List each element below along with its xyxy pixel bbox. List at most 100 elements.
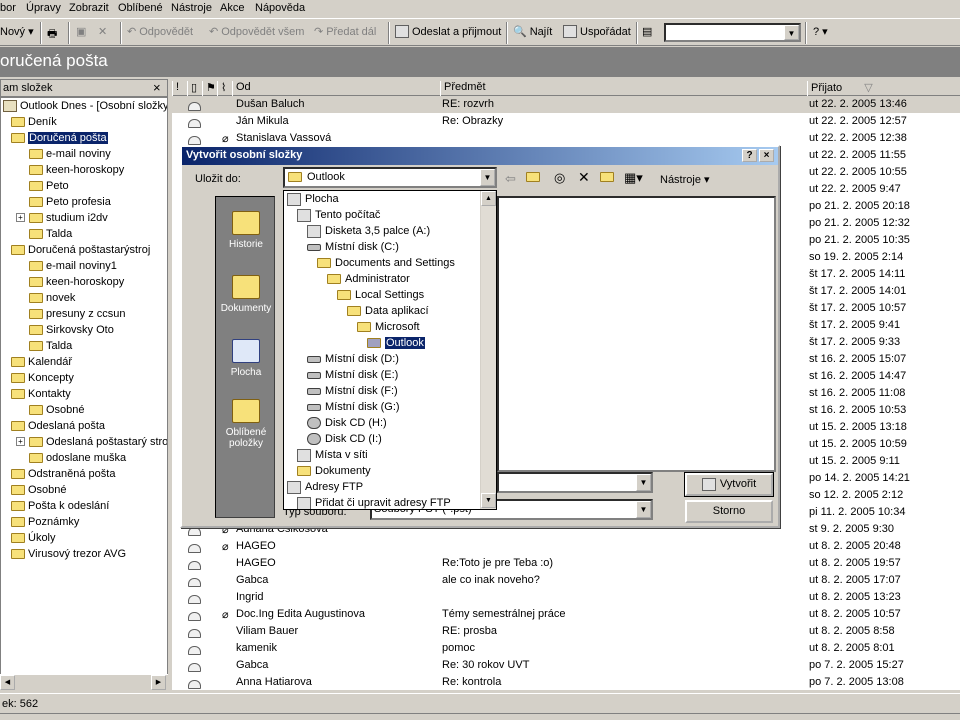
folder-item[interactable]: Sirkovsky Oto xyxy=(29,322,114,338)
new-button[interactable]: Nový ▾ xyxy=(0,25,34,39)
menu-view[interactable]: Zobrazit xyxy=(69,2,109,14)
dropdown-item[interactable]: Místní disk (C:) xyxy=(307,239,399,255)
scroll-right-icon[interactable]: ▶ xyxy=(151,675,166,690)
message-row[interactable]: kamenik pomoc ut 8. 2. 2005 8:01 xyxy=(172,640,960,657)
send-receive-button[interactable]: Odeslat a přijmout xyxy=(395,25,501,38)
importance-column-icon[interactable]: ! xyxy=(172,81,187,96)
close-icon[interactable]: × xyxy=(153,80,161,95)
delete-icon[interactable]: ✕ xyxy=(98,25,107,38)
create-button[interactable]: Vytvořit xyxy=(684,472,774,497)
message-row[interactable]: Ján Mikula Re: Obrazky ut 22. 2. 2005 12:5… xyxy=(172,113,960,130)
folder-item[interactable]: Úkoly xyxy=(11,530,56,546)
places-desktop[interactable]: Plocha xyxy=(216,339,276,378)
folder-item[interactable]: Pošta k odeslání xyxy=(11,498,109,514)
scroll-up-icon[interactable]: ▲ xyxy=(481,191,496,206)
type-column-icon[interactable]: ▯ xyxy=(187,81,202,96)
folder-item[interactable]: e-mail noviny1 xyxy=(29,258,117,274)
folder-item[interactable]: Koncepty xyxy=(11,370,74,386)
dropdown-item[interactable]: Místní disk (G:) xyxy=(307,399,400,415)
folder-item[interactable]: Kontakty xyxy=(11,386,71,402)
expand-icon[interactable]: + xyxy=(16,437,25,446)
tools-menu[interactable]: Nástroje ▾ xyxy=(660,173,710,186)
folder-item[interactable]: keen-horoskopy xyxy=(29,274,124,290)
dropdown-item[interactable]: Dokumenty xyxy=(297,463,371,479)
cancel-button[interactable]: Storno xyxy=(685,500,773,523)
folder-item[interactable]: Kalendář xyxy=(11,354,72,370)
scroll-down-icon[interactable]: ▼ xyxy=(481,493,496,508)
dropdown-item[interactable]: Místní disk (F:) xyxy=(307,383,398,399)
dropdown-item[interactable]: Documents and Settings xyxy=(317,255,455,271)
dropdown-item[interactable]: Administrator xyxy=(327,271,410,287)
message-row[interactable]: Ingrid ut 8. 2. 2005 13:23 xyxy=(172,589,960,606)
dropdown-item[interactable]: Místní disk (E:) xyxy=(307,367,398,383)
folder-item[interactable]: novek xyxy=(29,290,75,306)
folder-item[interactable]: keen-horoskopy xyxy=(29,162,124,178)
dropdown-item[interactable]: Disk CD (I:) xyxy=(307,431,382,447)
folder-item[interactable]: Virusový trezor AVG xyxy=(11,546,126,562)
folder-item[interactable]: Odstraněná pošta xyxy=(11,466,115,482)
forward-button[interactable]: ↷ Předat dál xyxy=(314,25,376,39)
dropdown-item[interactable]: Přidat či upravit adresy FTP xyxy=(297,495,451,509)
message-row[interactable]: Anna Hatiarova Re: kontrola po 7. 2. 2005 … xyxy=(172,674,960,690)
folder-item[interactable]: Odeslaná poštastarý stro xyxy=(29,434,167,450)
address-book-icon[interactable]: ▤ xyxy=(642,25,652,38)
views-icon[interactable]: ▦▾ xyxy=(624,170,643,186)
up-folder-icon[interactable] xyxy=(526,172,540,185)
folder-item[interactable]: Doručená poštastarýstroj xyxy=(11,242,150,258)
folder-tree-scrollbar[interactable]: ◀ ▶ xyxy=(0,674,168,690)
message-row[interactable]: HAGEO Re:Toto je pre Teba :o) ut 8. 2. 200… xyxy=(172,555,960,572)
folder-item[interactable]: Osobné xyxy=(29,402,85,418)
new-folder-icon[interactable] xyxy=(600,172,614,185)
message-row[interactable]: Gabca ale co inak noveho? ut 8. 2. 2005 17… xyxy=(172,572,960,589)
contact-search-input[interactable]: ▼ xyxy=(664,23,801,42)
folder-item[interactable]: Deník xyxy=(11,114,57,130)
menu-help[interactable]: Nápověda xyxy=(255,2,305,14)
scroll-left-icon[interactable]: ◀ xyxy=(0,675,15,690)
folder-item[interactable]: Peto xyxy=(29,178,69,194)
message-row[interactable]: ⌀ HAGEO ut 8. 2. 2005 20:48 xyxy=(172,538,960,555)
help-button[interactable]: ? ▾ xyxy=(813,25,828,39)
message-row[interactable]: Dušan Baluch RE: rozvrh ut 22. 2. 2005 13:… xyxy=(172,96,960,113)
delete-icon[interactable]: ✕ xyxy=(578,169,590,186)
chevron-down-icon[interactable]: ▼ xyxy=(784,25,799,40)
dropdown-item[interactable]: Outlook xyxy=(367,335,426,351)
file-list-area[interactable] xyxy=(497,196,776,472)
dropdown-item[interactable]: Místní disk (D:) xyxy=(307,351,399,367)
move-to-folder-icon[interactable]: ▣ xyxy=(76,25,86,38)
column-subject[interactable]: Předmět xyxy=(440,81,807,96)
expand-icon[interactable]: + xyxy=(16,213,25,222)
folder-item[interactable]: presuny z ccsun xyxy=(29,306,125,322)
places-history[interactable]: Historie xyxy=(216,211,276,250)
attachment-column-icon[interactable]: ⌇ xyxy=(217,81,232,96)
message-row[interactable]: ⌀ Doc.Ing Edita Augustinova Témy semestrál… xyxy=(172,606,960,623)
search-web-icon[interactable]: ◎ xyxy=(554,170,565,186)
folder-item[interactable]: Poznámky xyxy=(11,514,79,530)
folder-item[interactable]: odoslane muška xyxy=(29,450,126,466)
folder-item[interactable]: Talda xyxy=(29,226,72,242)
flag-column-icon[interactable]: ⚑ xyxy=(202,81,217,96)
menu-file[interactable]: bor xyxy=(0,2,16,14)
dropdown-item[interactable]: Plocha xyxy=(287,191,339,207)
folder-item[interactable]: Talda xyxy=(29,338,72,354)
dropdown-item[interactable]: Disk CD (H:) xyxy=(307,415,387,431)
folder-item[interactable]: Osobné xyxy=(11,482,67,498)
menu-edit[interactable]: Úpravy xyxy=(26,2,61,14)
folder-item[interactable]: studium i2dv xyxy=(29,210,108,226)
file-name-input[interactable]: ▼ xyxy=(497,472,653,493)
folder-item[interactable]: e-mail noviny xyxy=(29,146,111,162)
chevron-down-icon[interactable]: ▼ xyxy=(480,169,495,186)
dialog-close-button[interactable]: × xyxy=(759,149,774,162)
dialog-help-button[interactable]: ? xyxy=(742,149,757,162)
dropdown-item[interactable]: Místa v síti xyxy=(297,447,368,463)
reply-button[interactable]: ↶ Odpovědět xyxy=(127,25,193,39)
chevron-down-icon[interactable]: ▼ xyxy=(636,501,651,518)
save-in-combo[interactable]: Outlook ▼ xyxy=(283,167,497,188)
dropdown-item[interactable]: Disketa 3,5 palce (A:) xyxy=(307,223,430,239)
folder-item[interactable]: Odeslaná pošta xyxy=(11,418,105,434)
message-row[interactable]: Gabca Re: 30 rokov UVT po 7. 2. 2005 15:27 xyxy=(172,657,960,674)
menu-favorites[interactable]: Oblíbené xyxy=(118,2,163,14)
dropdown-item[interactable]: Adresy FTP xyxy=(287,479,363,495)
reply-all-button[interactable]: ↶ Odpovědět všem xyxy=(209,25,304,39)
column-received[interactable]: Přijato ▽ xyxy=(807,81,960,96)
folder-item[interactable]: Doručená pošta xyxy=(11,130,108,146)
